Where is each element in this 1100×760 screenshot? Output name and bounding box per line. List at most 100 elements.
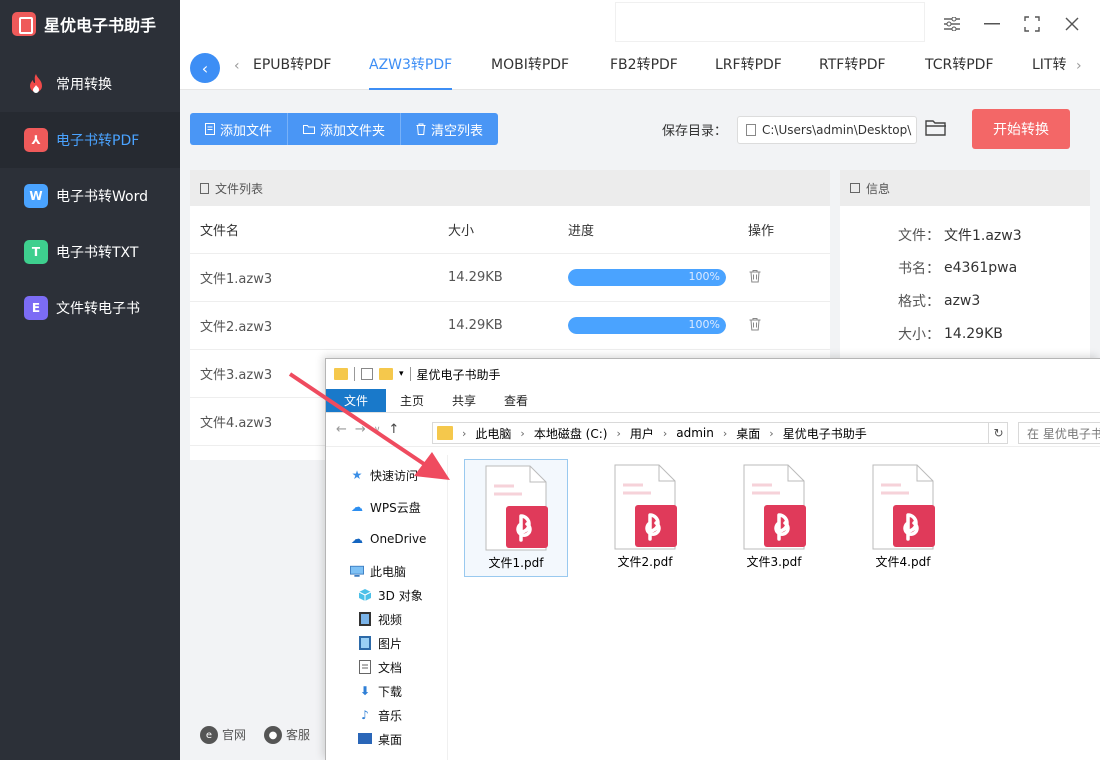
nav-onedrive[interactable]: ☁ OneDrive (326, 527, 447, 551)
start-convert-button[interactable]: 开始转换 (972, 109, 1070, 149)
settings-icon[interactable] (940, 12, 964, 36)
star-icon: ★ (351, 468, 363, 482)
nav-wps-cloud[interactable]: ☁ WPS云盘 (326, 495, 447, 519)
info-row-size: 大小： 14.29KB (898, 325, 1003, 343)
forward-arrow-icon[interactable]: → (355, 422, 366, 437)
file-list-header: 文件列表 (190, 170, 830, 206)
quick-access-dropdown-icon[interactable]: ▾ (399, 369, 404, 379)
explorer-ribbon: 文件 主页 共享 查看 (326, 389, 1100, 413)
folder-icon (334, 368, 348, 380)
title-search-area (615, 2, 925, 42)
ribbon-tab-home[interactable]: 主页 (386, 389, 438, 412)
breadcrumb-app-folder[interactable]: 星优电子书助手 (783, 425, 867, 442)
save-dir-value: C:\Users\admin\Desktop\ (762, 123, 912, 137)
file-item[interactable]: 文件4.pdf (851, 459, 955, 577)
info-row-format: 格式： azw3 (898, 292, 981, 310)
ribbon-tab-share[interactable]: 共享 (438, 389, 490, 412)
sidebar-item-ebook-to-word[interactable]: W 电子书转Word (0, 168, 180, 224)
new-folder-icon[interactable] (379, 368, 393, 380)
breadcrumb-users[interactable]: 用户 (630, 425, 654, 442)
tab-epub-pdf[interactable]: EPUB转PDF (253, 48, 331, 90)
table-row[interactable]: 文件1.azw3 14.29KB 100% (190, 254, 830, 302)
minimize-icon[interactable] (980, 12, 1004, 36)
delete-icon[interactable] (748, 269, 762, 283)
up-arrow-icon[interactable]: ↑ (388, 422, 399, 437)
file-item[interactable]: 文件1.pdf (464, 459, 568, 577)
breadcrumb-this-pc[interactable]: 此电脑 (475, 425, 511, 442)
nav-this-pc[interactable]: 此电脑 (326, 559, 447, 583)
download-icon: ⬇ (359, 684, 371, 698)
back-button[interactable]: ‹ (190, 53, 220, 83)
nav-downloads[interactable]: ⬇ 下载 (326, 679, 447, 703)
nav-music[interactable]: ♪ 音乐 (326, 703, 447, 727)
clear-list-button[interactable]: 清空列表 (401, 113, 498, 145)
save-dir-label: 保存目录： (662, 124, 728, 139)
save-dir-input[interactable]: C:\Users\admin\Desktop\ (737, 116, 917, 144)
nav-documents[interactable]: 文档 (326, 655, 447, 679)
add-file-button[interactable]: 添加文件 (190, 113, 289, 145)
tab-rtf-pdf[interactable]: RTF转PDF (819, 48, 886, 90)
file-item-label: 文件2.pdf (617, 555, 673, 569)
pdf-file-icon (743, 464, 806, 550)
trash-icon (416, 123, 426, 135)
breadcrumb-desktop[interactable]: 桌面 (736, 425, 760, 442)
service-link[interactable]: ● 客服 (264, 726, 310, 745)
file-size: 14.29KB (448, 270, 503, 285)
tab-mobi-pdf[interactable]: MOBI转PDF (491, 48, 569, 90)
app-logo-icon (12, 12, 36, 36)
nav-quick-access[interactable]: ★ 快速访问 (326, 463, 447, 487)
tab-scroll-right-icon[interactable]: › (1076, 58, 1082, 74)
info-title: 信息 (866, 181, 891, 196)
nav-3d-objects[interactable]: 3D 对象 (326, 583, 447, 607)
cloud-icon: ☁ (351, 500, 363, 514)
properties-icon[interactable] (361, 368, 373, 380)
breadcrumb-admin[interactable]: admin (676, 426, 714, 440)
nav-videos[interactable]: 视频 (326, 607, 447, 631)
back-arrow-icon[interactable]: ← (336, 422, 347, 437)
info-header: 信息 (840, 170, 1090, 206)
ribbon-tab-file[interactable]: 文件 (326, 389, 387, 412)
folder-icon (437, 426, 453, 440)
explorer-nav-pane: ★ 快速访问 ☁ WPS云盘 ☁ OneDrive 此电脑 3D 对象 视频 图片 文… (326, 455, 448, 760)
tab-tcr-pdf[interactable]: TCR转PDF (925, 48, 994, 90)
title-bar (180, 0, 1100, 48)
ribbon-tab-view[interactable]: 查看 (490, 389, 542, 412)
refresh-icon[interactable]: ↻ (988, 422, 1008, 444)
browse-folder-icon[interactable] (925, 119, 947, 139)
add-folder-label: 添加文件夹 (320, 123, 386, 139)
address-bar[interactable]: › 此电脑 › 本地磁盘 (C:) › 用户 › admin › 桌面 › 星优电子书助手 (432, 422, 1008, 444)
nav-desktop[interactable]: 桌面 (326, 727, 447, 751)
file-item-label: 文件4.pdf (875, 555, 931, 569)
sidebar-item-file-to-ebook[interactable]: E 文件转电子书 (0, 280, 180, 336)
tab-lit-pdf[interactable]: LIT转 (1032, 48, 1066, 90)
list-icon (200, 182, 209, 194)
tab-azw3-pdf[interactable]: AZW3转PDF (369, 48, 453, 90)
breadcrumb-local-disk[interactable]: 本地磁盘 (C:) (534, 425, 608, 442)
picture-icon (358, 636, 372, 650)
maximize-icon[interactable] (1020, 12, 1044, 36)
file-item[interactable]: 文件2.pdf (593, 459, 697, 577)
file-item[interactable]: 文件3.pdf (722, 459, 826, 577)
tab-lrf-pdf[interactable]: LRF转PDF (715, 48, 782, 90)
format-tabs: ‹ ‹ EPUB转PDF AZW3转PDF MOBI转PDF FB2转PDF L… (180, 48, 1100, 90)
close-icon[interactable] (1060, 12, 1084, 36)
tab-fb2-pdf[interactable]: FB2转PDF (610, 48, 678, 90)
website-link[interactable]: e 官网 (200, 726, 246, 745)
add-folder-button[interactable]: 添加文件夹 (288, 113, 402, 145)
explorer-file-grid: 文件1.pdf 文件2.pdf 文件3.pdf 文件4.pdf (464, 459, 955, 577)
sidebar-item-ebook-to-txt[interactable]: T 电子书转TXT (0, 224, 180, 280)
recent-dropdown-icon[interactable]: ∨ (374, 425, 381, 435)
explorer-search-input[interactable]: 在 星优电子书助手 (1018, 422, 1100, 444)
file-item-label: 文件1.pdf (488, 556, 544, 570)
table-row[interactable]: 文件2.azw3 14.29KB 100% (190, 302, 830, 350)
info-panel: 信息 文件： 文件1.azw3 书名： e4361pwa 格式： azw3 大小： 14… (840, 170, 1090, 370)
nav-pictures[interactable]: 图片 (326, 631, 447, 655)
tab-scroll-left-icon[interactable]: ‹ (234, 58, 240, 74)
delete-icon[interactable] (748, 317, 762, 331)
file-name: 文件1.azw3 (200, 272, 273, 287)
computer-icon (350, 564, 364, 578)
clear-list-label: 清空列表 (431, 123, 484, 139)
sidebar-item-ebook-to-pdf[interactable]: ⅄ 电子书转PDF (0, 112, 180, 168)
sidebar-item-common[interactable]: 常用转换 (0, 56, 180, 112)
txt-icon: T (24, 240, 48, 264)
